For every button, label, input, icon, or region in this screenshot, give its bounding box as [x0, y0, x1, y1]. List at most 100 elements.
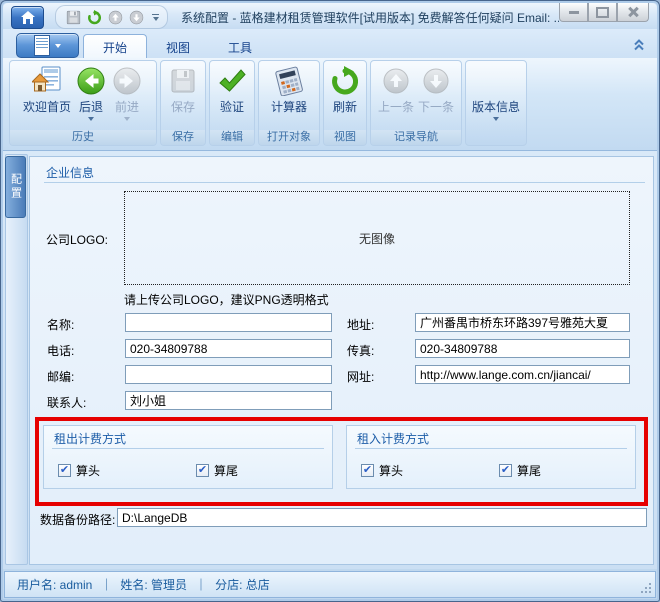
rent-out-count-head-checkbox[interactable]: ✔ 算头 [58, 462, 100, 479]
group-caption-edit: 编辑 [210, 130, 254, 145]
quick-refresh-button[interactable] [85, 8, 103, 26]
ribbon-group-open-objects: 计算器 打开对象 [258, 60, 320, 146]
titlebar: 系统配置 - 蓝格建材租赁管理软件[试用版本] 免费解答任何疑问 Email: … [3, 3, 657, 29]
verify-button[interactable]: 验证 [214, 64, 250, 116]
refresh-icon [329, 65, 361, 97]
collapse-ribbon-button[interactable] [633, 38, 645, 56]
checkbox-icon: ✔ [361, 464, 374, 477]
website-field[interactable] [415, 365, 630, 384]
statusbar: 用户名: admin ｜ 姓名: 管理员 ｜ 分店: 总店 [4, 571, 656, 598]
checkbox-label: 算尾 [214, 464, 239, 478]
checkbox-label: 算尾 [517, 464, 542, 478]
rent-in-billing-group: 租入计费方式 ✔ 算头 ✔ 算尾 [346, 425, 636, 489]
chevron-down-icon [55, 43, 61, 48]
minimize-icon [568, 10, 579, 14]
tab-start[interactable]: 开始 [83, 34, 148, 58]
calculator-button[interactable]: 计算器 [269, 64, 309, 116]
save-button[interactable]: 保存 [165, 64, 201, 116]
quick-up-button[interactable] [106, 8, 124, 26]
next-record-button[interactable]: 下一条 [416, 64, 456, 116]
save-icon [66, 10, 80, 24]
logo-upload-hint: 请上传公司LOGO，建议PNG透明格式 [124, 293, 329, 307]
address-label: 地址: [347, 318, 375, 332]
minimize-button[interactable] [559, 3, 588, 22]
ribbon-tab-row: 开始 视图 工具 [3, 29, 657, 58]
app-menu-button[interactable] [16, 33, 79, 58]
ribbon-group-version: 版本信息 [465, 60, 527, 146]
rent-out-count-tail-checkbox[interactable]: ✔ 算尾 [196, 462, 238, 479]
version-info-button[interactable]: 版本信息 [470, 64, 522, 122]
button-label: 后退 [78, 100, 103, 114]
side-panel-tab[interactable]: 配置 [5, 156, 26, 218]
maximize-icon [596, 6, 609, 18]
section-title: 企业信息 [46, 166, 95, 180]
close-button[interactable] [617, 3, 649, 22]
checkbox-icon: ✔ [499, 464, 512, 477]
group-caption-view: 视图 [324, 130, 366, 145]
checkbox-icon: ✔ [196, 464, 209, 477]
save-floppy-icon [167, 65, 199, 97]
button-label: 计算器 [270, 100, 307, 114]
ribbon-group-history: 欢迎首页 后退 前进 历史 [9, 60, 157, 146]
rent-in-count-tail-checkbox[interactable]: ✔ 算尾 [499, 462, 541, 479]
phone-label: 电话: [47, 344, 75, 358]
dropdown-caret-icon [492, 117, 499, 121]
company-logo-label: 公司LOGO: [46, 233, 109, 247]
refresh-button[interactable]: 刷新 [327, 64, 363, 116]
contact-label: 联系人: [47, 396, 87, 410]
forward-button[interactable]: 前进 [109, 64, 145, 122]
name-field[interactable] [125, 313, 332, 332]
backup-path-field[interactable] [117, 508, 647, 527]
rent-in-count-head-checkbox[interactable]: ✔ 算头 [361, 462, 403, 479]
checkbox-label: 算头 [379, 464, 404, 478]
dropdown-caret-icon [88, 117, 94, 121]
address-field[interactable] [415, 313, 630, 332]
forward-arrow-icon [111, 65, 143, 97]
up-circle-icon [380, 65, 412, 97]
home-icon [20, 11, 35, 24]
group-divider [355, 448, 627, 449]
section-divider [44, 182, 645, 183]
back-button[interactable]: 后退 [73, 64, 109, 122]
group-caption-history: 历史 [10, 130, 156, 145]
resize-grip[interactable] [638, 580, 652, 594]
fax-field[interactable] [415, 339, 630, 358]
down-circle-icon [129, 10, 143, 24]
button-label: 刷新 [332, 100, 357, 114]
ribbon-group-record-nav: 上一条 下一条 记录导航 [370, 60, 462, 146]
home-button[interactable] [11, 6, 44, 29]
ribbon: 欢迎首页 后退 前进 历史 保存 保存 验证 编辑 计算器 打开对象 刷新 视图… [3, 58, 657, 151]
status-username: 用户名: admin [17, 578, 93, 592]
close-icon [628, 7, 638, 17]
quick-down-button[interactable] [127, 8, 145, 26]
button-label: 保存 [170, 100, 195, 114]
status-separator: ｜ [195, 578, 208, 592]
phone-field[interactable] [125, 339, 332, 358]
maximize-button[interactable] [588, 3, 617, 22]
name-label: 名称: [47, 318, 75, 332]
window-title: 系统配置 - 蓝格建材租赁管理软件[试用版本] 免费解答任何疑问 Email: … [181, 11, 559, 25]
dropdown-caret-icon [124, 117, 130, 121]
zip-field[interactable] [125, 365, 332, 384]
enterprise-info-panel: 企业信息 公司LOGO: 无图像 请上传公司LOGO，建议PNG透明格式 名称:… [29, 156, 654, 565]
contact-field[interactable] [125, 391, 332, 410]
welcome-home-button[interactable]: 欢迎首页 [21, 64, 73, 116]
ribbon-group-save: 保存 保存 [160, 60, 206, 146]
ribbon-group-view: 刷新 视图 [323, 60, 367, 146]
customize-toolbar-caret[interactable] [152, 13, 159, 21]
quick-save-button[interactable] [64, 8, 82, 26]
fax-label: 传真: [347, 344, 375, 358]
group-caption-save: 保存 [161, 130, 205, 145]
group-caption-open-objects: 打开对象 [259, 130, 319, 145]
checkbox-label: 算头 [76, 464, 101, 478]
report-icon [34, 35, 50, 56]
tab-view[interactable]: 视图 [147, 34, 209, 58]
company-logo-dropzone[interactable]: 无图像 [124, 191, 630, 285]
group-title: 租入计费方式 [357, 432, 430, 446]
green-check-icon [216, 65, 248, 97]
tab-tools[interactable]: 工具 [209, 34, 271, 58]
status-branch: 分店: 总店 [215, 578, 270, 592]
group-divider [52, 448, 324, 449]
previous-record-button[interactable]: 上一条 [376, 64, 416, 116]
calculator-icon [273, 65, 305, 97]
